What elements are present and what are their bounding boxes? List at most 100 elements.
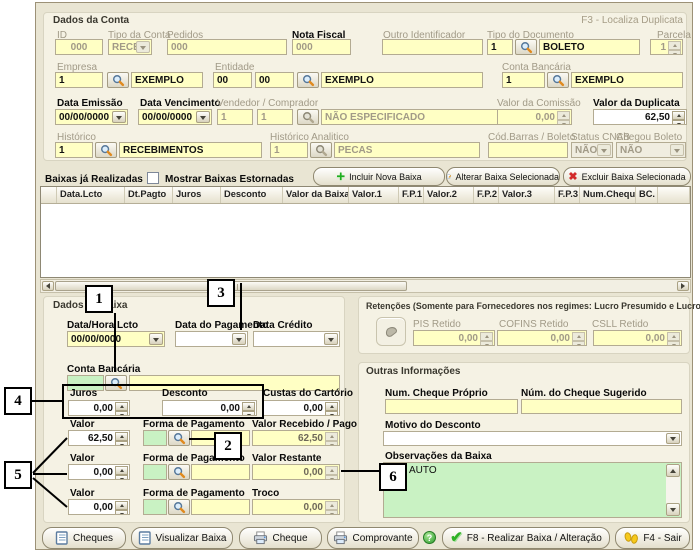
num-cheque-proprio-field[interactable] <box>385 399 518 414</box>
historico-analitico-name-field[interactable]: PECAS <box>334 142 480 158</box>
visualizar-baixa-button[interactable]: Visualizar Baixa <box>131 527 233 549</box>
historico-analitico-search-button[interactable] <box>310 142 332 158</box>
spinner-buttons[interactable] <box>115 501 128 513</box>
scroll-down-button[interactable] <box>666 503 680 516</box>
column-header[interactable]: Juros <box>173 187 221 203</box>
spin-up-button[interactable] <box>325 501 338 510</box>
spin-up-button[interactable] <box>115 501 128 510</box>
spin-down-button[interactable] <box>557 120 570 125</box>
comprovante-button[interactable]: Comprovante <box>327 527 419 549</box>
valor3-spinner[interactable]: 0,00 <box>68 499 130 515</box>
excluir-baixa-selecionada-button[interactable]: ✖Excluir Baixa Selecionada <box>563 167 691 186</box>
spin-down-button[interactable] <box>325 411 338 416</box>
dropdown-button[interactable] <box>136 41 150 53</box>
csll-retido-spinner[interactable]: 0,00 <box>593 330 682 346</box>
spinner-buttons[interactable] <box>325 501 338 513</box>
conta-bancaria-name-field[interactable]: EXEMPLO <box>571 72 683 88</box>
vendedor-code2-field[interactable]: 1 <box>257 109 293 125</box>
observacoes-vscrollbar[interactable] <box>666 464 680 516</box>
column-header[interactable]: Valor.2 <box>424 187 474 203</box>
outro-identificador-field[interactable] <box>382 39 483 55</box>
dropdown-button[interactable] <box>324 333 338 345</box>
spin-up-button[interactable] <box>115 432 128 441</box>
pedidos-field[interactable]: 000 <box>167 39 287 55</box>
pis-retido-spinner[interactable]: 0,00 <box>413 330 495 346</box>
spin-up-button[interactable] <box>668 41 681 50</box>
vendedor-code1-field[interactable]: 1 <box>217 109 253 125</box>
scroll-right-button[interactable] <box>677 281 689 291</box>
scroll-up-button[interactable] <box>666 464 680 477</box>
troco-spinner[interactable]: 0,00 <box>252 499 340 515</box>
spin-up-button[interactable] <box>557 111 570 120</box>
spinner-buttons[interactable] <box>325 432 338 444</box>
imprimir-cheque-button[interactable]: Cheque <box>239 527 322 549</box>
empresa-code-field[interactable]: 1 <box>55 72 103 88</box>
column-header[interactable]: Data.Lcto <box>57 187 125 203</box>
spin-down-button[interactable] <box>115 411 128 416</box>
status-cnab-select[interactable]: NÃO <box>571 142 613 158</box>
column-header[interactable]: Num.Cheque <box>580 187 636 203</box>
nota-fiscal-field[interactable]: 000 <box>292 39 351 55</box>
column-header[interactable]: Dt.Pagto <box>125 187 173 203</box>
cheques-button[interactable]: Cheques <box>42 527 126 549</box>
forma-pagamento2-name-field[interactable] <box>191 464 250 480</box>
scroll-left-button[interactable] <box>42 281 54 291</box>
forma-pagamento2-search-button[interactable] <box>168 464 190 480</box>
dropdown-button[interactable] <box>666 433 680 444</box>
forma-pagamento3-code-field[interactable] <box>143 499 167 515</box>
spin-up-button[interactable] <box>672 111 685 120</box>
column-header[interactable]: F.P.1 <box>399 187 424 203</box>
baixas-table-hscrollbar[interactable] <box>40 279 691 293</box>
spin-up-button[interactable] <box>115 402 128 411</box>
retencoes-hand-button[interactable] <box>376 317 406 346</box>
chegou-boleto-select[interactable]: NÃO <box>616 142 686 158</box>
column-header[interactable]: Valor da Baixa <box>283 187 349 203</box>
historico-analitico-code-field[interactable]: 1 <box>270 142 308 158</box>
spin-up-button[interactable] <box>667 332 680 341</box>
spin-down-button[interactable] <box>325 475 338 480</box>
alterar-baixa-selecionada-button[interactable]: Alterar Baixa Selecionada <box>446 167 560 186</box>
historico-name-field[interactable]: RECEBIMENTOS <box>119 142 262 158</box>
column-header[interactable]: F.P.2 <box>474 187 499 203</box>
dropdown-button[interactable] <box>670 144 684 156</box>
spinner-buttons[interactable] <box>557 111 570 123</box>
data-credito-combo[interactable] <box>253 331 340 347</box>
entidade-code1-field[interactable]: 00 <box>213 72 252 88</box>
forma-pagamento3-name-field[interactable] <box>191 499 250 515</box>
dropdown-button[interactable] <box>112 111 126 123</box>
spinner-buttons[interactable] <box>115 402 128 414</box>
data-hora-lcto-combo[interactable]: 00/00/0000 <box>67 331 165 347</box>
spin-down-button[interactable] <box>672 120 685 125</box>
valor-duplicata-spinner[interactable]: 62,50 <box>593 109 687 125</box>
data-emissao-combo[interactable]: 00/00/0000 <box>55 109 128 125</box>
spin-up-button[interactable] <box>325 466 338 475</box>
spinner-buttons[interactable] <box>572 332 585 344</box>
spin-down-button[interactable] <box>325 441 338 446</box>
valor1-spinner[interactable]: 62,50 <box>68 430 130 446</box>
spinner-buttons[interactable] <box>480 332 493 344</box>
empresa-name-field[interactable]: EXEMPLO <box>131 72 203 88</box>
forma-pagamento1-code-field[interactable] <box>143 430 167 446</box>
f4-sair-button[interactable]: F4 - Sair <box>615 527 690 549</box>
column-header[interactable]: Desconto <box>221 187 283 203</box>
cod-barras-field[interactable] <box>488 142 568 158</box>
column-header[interactable]: F.P.3 <box>555 187 580 203</box>
conta-bancaria-code-field[interactable]: 1 <box>502 72 545 88</box>
spinner-buttons[interactable] <box>115 466 128 478</box>
dropdown-button[interactable] <box>196 111 210 123</box>
tipo-da-conta-select[interactable]: RECE... <box>108 39 152 55</box>
spin-up-button[interactable] <box>572 332 585 341</box>
dropdown-button[interactable] <box>149 333 163 345</box>
num-cheque-sugerido-field[interactable] <box>521 399 682 414</box>
data-vencimento-combo[interactable]: 00/00/0000 <box>138 109 212 125</box>
spin-up-button[interactable] <box>115 466 128 475</box>
forma-pagamento2-code-field[interactable] <box>143 464 167 480</box>
help-icon[interactable]: ? <box>423 531 436 544</box>
column-header[interactable]: BC. <box>636 187 658 203</box>
data-pagamento-combo[interactable] <box>175 331 248 347</box>
id-field[interactable]: 000 <box>55 39 103 55</box>
juros-spinner[interactable]: 0,00 <box>68 400 130 416</box>
column-header[interactable]: Valor.3 <box>499 187 555 203</box>
spin-up-button[interactable] <box>242 402 255 411</box>
historico-code-field[interactable]: 1 <box>55 142 93 158</box>
